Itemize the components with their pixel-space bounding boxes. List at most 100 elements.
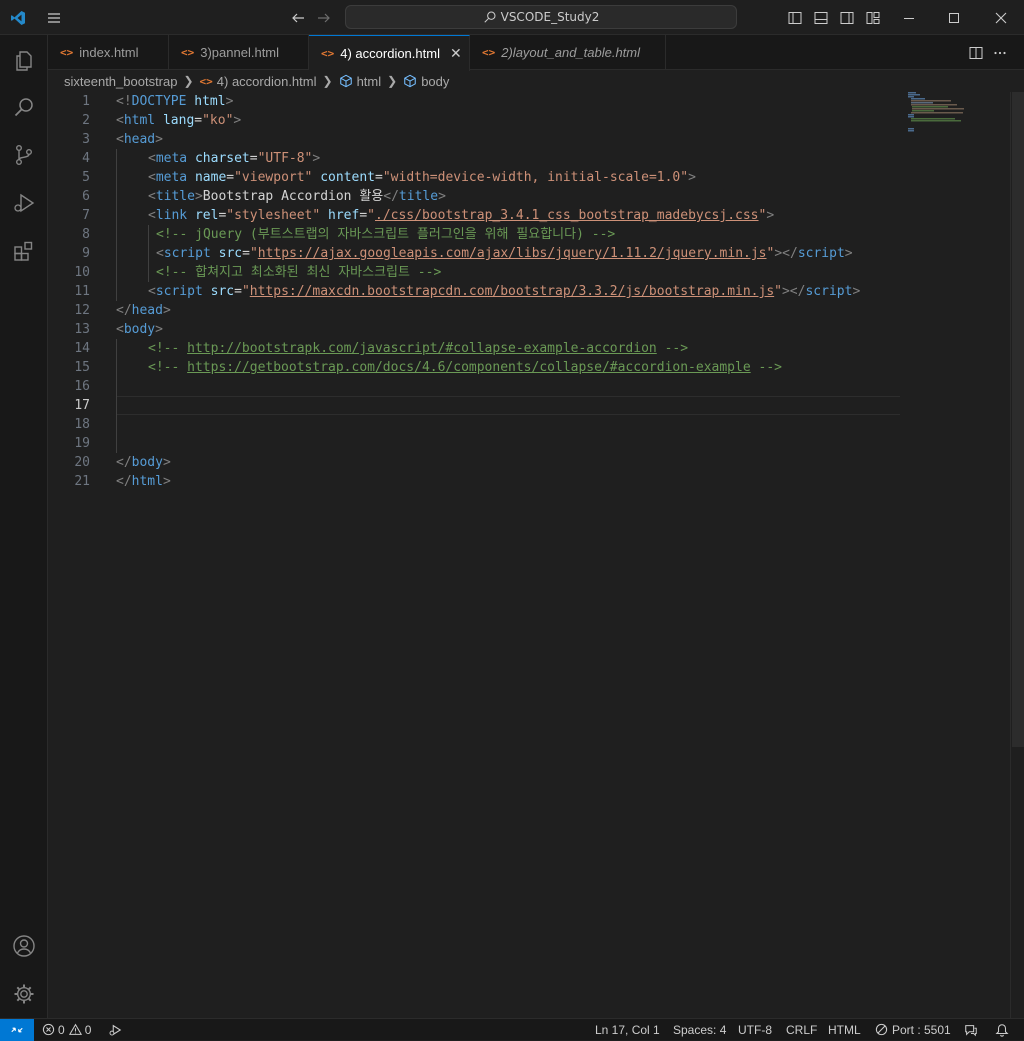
code-line: <body> — [116, 322, 163, 337]
line-number: 19 — [74, 436, 90, 451]
link-bootstrap-js[interactable]: https://maxcdn.bootstrapcdn.com/bootstra… — [250, 284, 774, 299]
indentation-setting[interactable]: Spaces: 4 — [673, 1019, 726, 1040]
line-number: 20 — [74, 455, 90, 470]
close-window-icon[interactable] — [986, 0, 1016, 35]
encoding-setting[interactable]: UTF-8 — [738, 1019, 772, 1040]
code-line: <!-- http://bootstrapk.com/javascript/#c… — [148, 341, 689, 356]
status-bar: 0 0 Ln 17, Col 1 Spaces: 4 UTF-8 CRLF HT… — [0, 1018, 1024, 1041]
line-ending-setting[interactable]: CRLF — [786, 1019, 817, 1040]
search-icon[interactable] — [0, 83, 48, 131]
back-arrow-icon[interactable] — [286, 0, 310, 35]
code-line: <!DOCTYPE html> — [116, 94, 234, 109]
code-line: <script src="https://maxcdn.bootstrapcdn… — [148, 284, 861, 299]
tab-pannel-html[interactable]: <> 3)pannel.html — [169, 35, 309, 70]
error-count: 0 — [58, 1022, 65, 1037]
code-line: </body> — [116, 455, 171, 470]
code-line: <title>Bootstrap Accordion 활용</title> — [148, 189, 446, 204]
breadcrumb-body[interactable]: body — [421, 74, 449, 89]
line-number: 11 — [74, 284, 90, 299]
problems-indicator[interactable]: 0 0 — [42, 1019, 91, 1040]
explorer-icon[interactable] — [0, 37, 48, 85]
forward-arrow-icon[interactable] — [312, 0, 336, 35]
html-file-icon: <> — [482, 46, 496, 59]
indent-guide — [116, 339, 117, 453]
code-line: </html> — [116, 474, 171, 489]
symbol-element-icon — [339, 74, 352, 88]
link-jquery[interactable]: https://ajax.googleapis.com/ajax/libs/jq… — [258, 246, 767, 261]
live-server-port[interactable]: Port : 5501 — [875, 1019, 951, 1040]
extensions-icon[interactable] — [0, 227, 48, 275]
menu-icon[interactable] — [42, 0, 66, 35]
code-line: <html lang="ko"> — [116, 113, 242, 128]
code-line: <script src="https://ajax.googleapis.com… — [156, 246, 853, 261]
feedback-icon[interactable] — [964, 1019, 978, 1040]
run-and-debug-icon[interactable] — [0, 179, 48, 227]
close-tab-icon[interactable]: ✕ — [450, 45, 462, 62]
code-line: <link rel="stylesheet" href="./css/boots… — [148, 208, 775, 223]
line-number: 16 — [74, 379, 90, 394]
chevron-right-icon: ❯ — [387, 74, 398, 88]
code-line: <meta name="viewport" content="width=dev… — [148, 170, 696, 185]
line-number: 2 — [82, 113, 90, 128]
source-control-icon[interactable] — [0, 131, 48, 179]
indent-guide — [148, 225, 149, 282]
editor-tabs: <> index.html <> 3)pannel.html <> 4) acc… — [48, 35, 1024, 71]
tab-layout-and-table-html[interactable]: <> 2)layout_and_table.html — [470, 35, 666, 70]
line-number: 14 — [74, 341, 90, 356]
link-href[interactable]: ./css/bootstrap_3.4.1_css_bootstrap_made… — [375, 208, 759, 223]
html-file-icon: <> — [321, 47, 335, 60]
line-number: 3 — [82, 132, 90, 147]
code-line: <!-- https://getbootstrap.com/docs/4.6/c… — [148, 360, 782, 375]
block-icon — [875, 1023, 888, 1036]
command-center-search[interactable]: VSCODE_Study2 — [345, 5, 737, 29]
remote-indicator-icon[interactable] — [0, 1019, 34, 1041]
maximize-icon[interactable] — [939, 0, 969, 35]
notifications-bell-icon[interactable] — [995, 1019, 1009, 1040]
html-file-icon: <> — [181, 46, 195, 59]
html-file-icon: <> — [60, 46, 74, 59]
vscode-logo-icon — [6, 0, 30, 35]
split-editor-icon[interactable] — [964, 35, 988, 70]
breadcrumb-folder[interactable]: sixteenth_bootstrap — [64, 74, 177, 89]
breadcrumb-html[interactable]: html — [357, 74, 382, 89]
customize-layout-icon[interactable] — [862, 0, 884, 35]
line-number: 9 — [82, 246, 90, 261]
link-bootstrapk[interactable]: http://bootstrapk.com/javascript/#collap… — [187, 341, 657, 356]
code-line: <!-- 합쳐지고 최소화된 최신 자바스크립트 --> — [156, 265, 442, 280]
code-editor[interactable]: 1 2 3 4 5 6 7 8 9 10 11 12 13 14 15 16 1… — [48, 92, 1010, 1018]
title-bar: VSCODE_Study2 — [0, 0, 1024, 35]
line-number: 7 — [82, 208, 90, 223]
indent-guide — [116, 149, 117, 301]
line-number: 13 — [74, 322, 90, 337]
toggle-secondary-sidebar-icon[interactable] — [836, 0, 858, 35]
toggle-primary-sidebar-icon[interactable] — [784, 0, 806, 35]
warning-icon — [68, 1023, 82, 1035]
tab-accordion-html[interactable]: <> 4) accordion.html ✕ — [309, 35, 470, 71]
current-line-highlight — [116, 396, 900, 415]
cursor-position[interactable]: Ln 17, Col 1 — [595, 1019, 660, 1040]
tab-index-html[interactable]: <> index.html — [48, 35, 169, 70]
more-actions-icon[interactable] — [988, 35, 1012, 70]
error-icon — [42, 1023, 55, 1036]
toggle-panel-icon[interactable] — [810, 0, 832, 35]
language-mode[interactable]: HTML — [828, 1019, 861, 1040]
activity-bar — [0, 35, 48, 1018]
breadcrumb-file[interactable]: 4) accordion.html — [217, 74, 317, 89]
link-getbootstrap[interactable]: https://getbootstrap.com/docs/4.6/compon… — [187, 360, 751, 375]
minimize-icon[interactable] — [894, 0, 924, 35]
code-line: <head> — [116, 132, 163, 147]
search-icon — [483, 11, 496, 23]
scrollbar-thumb[interactable] — [1012, 92, 1024, 747]
settings-gear-icon[interactable] — [0, 970, 48, 1018]
line-number: 17 — [74, 398, 90, 413]
workspace-name: VSCODE_Study2 — [500, 10, 600, 24]
code-line: <!-- jQuery (부트스트랩의 자바스크립트 플러그인을 위해 필요합니… — [156, 227, 616, 242]
accounts-icon[interactable] — [0, 922, 48, 970]
breadcrumb: sixteenth_bootstrap ❯ <> 4) accordion.ht… — [64, 70, 449, 92]
chevron-right-icon: ❯ — [322, 74, 333, 88]
html-file-icon: <> — [199, 74, 213, 88]
line-number: 21 — [74, 474, 90, 489]
minimap[interactable] — [908, 92, 1008, 152]
debug-launch-icon[interactable] — [108, 1019, 122, 1040]
line-number: 10 — [74, 265, 90, 280]
